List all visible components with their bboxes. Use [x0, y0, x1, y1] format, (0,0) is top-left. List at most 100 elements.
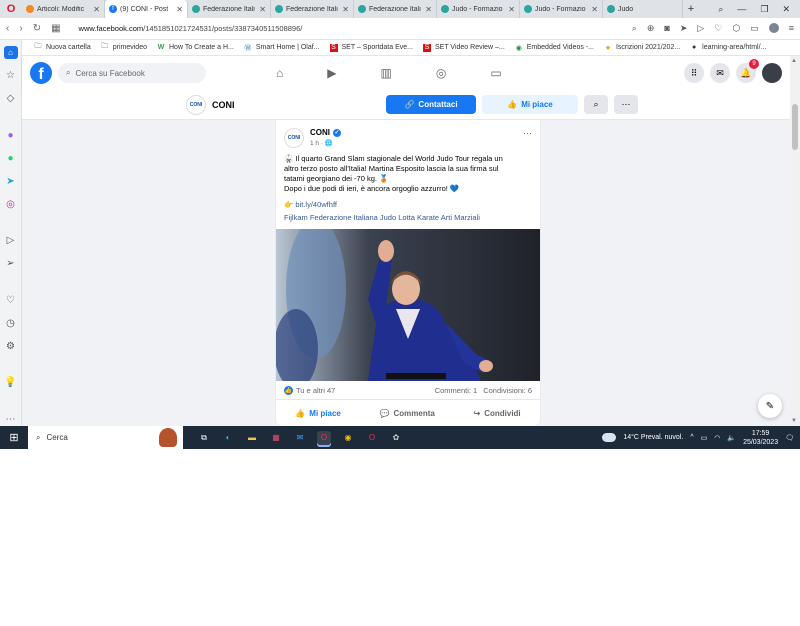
bookmark-7[interactable]: ★ Iscrizioni 2021/202... [604, 44, 680, 52]
spaces-icon[interactable]: ☆ [4, 69, 18, 82]
reactions-count[interactable]: Tu e altri 47 [296, 386, 335, 395]
scroll-up-icon[interactable]: ▲ [791, 58, 797, 64]
messenger-icon[interactable]: ● [4, 129, 18, 142]
network-icon[interactable]: ▭ [701, 434, 708, 442]
messenger-icon[interactable]: ✉ [710, 63, 730, 83]
bookmark-4[interactable]: S SET – Sportdata Eve... [329, 43, 413, 52]
more-icon[interactable]: ⋯ [4, 413, 18, 426]
tab-6[interactable]: Judo - Formazio ✕ [520, 0, 603, 18]
lightbulb-icon[interactable]: 💡 [4, 376, 18, 389]
clock[interactable]: 17:59 25/03/2023 [743, 429, 778, 447]
store-icon[interactable]: ▦ [269, 431, 283, 445]
post-share-button[interactable]: ↪ Condividi [474, 409, 521, 418]
forward-icon[interactable]: › [19, 23, 22, 34]
minimize-button[interactable]: — [737, 4, 746, 14]
search-icon[interactable]: ⌕ [632, 23, 637, 34]
close-icon[interactable]: ✕ [176, 5, 183, 14]
ai-icon[interactable]: ◇ [4, 92, 18, 105]
send-icon[interactable]: ➢ [4, 257, 18, 270]
post-like-button[interactable]: 👍 Mi piace [295, 409, 341, 418]
tab-5[interactable]: Judo - Formazio ✕ [437, 0, 520, 18]
bookmark-3[interactable]: Ⓦ Smart Home | Olaf... [244, 44, 319, 52]
close-icon[interactable]: ✕ [591, 5, 598, 14]
bookmark-5[interactable]: S SET Video Review –... [422, 43, 505, 52]
restore-button[interactable]: ❐ [760, 4, 768, 15]
bookmark-1[interactable]: 🗀 primevideo [101, 43, 147, 52]
facebook-logo-icon[interactable]: f [30, 62, 52, 84]
player-icon[interactable]: ▷ [697, 23, 704, 34]
tab-7[interactable]: Judo [603, 0, 683, 18]
close-icon[interactable]: ✕ [93, 5, 100, 14]
tab-3[interactable]: Federazione Itali ✕ [271, 0, 354, 18]
scrollbar-thumb[interactable] [792, 104, 798, 150]
notifications-icon[interactable]: 🗨 [785, 434, 794, 442]
watch-icon[interactable]: ▶ [327, 66, 336, 80]
wallet-icon[interactable]: ▭ [750, 23, 759, 34]
close-window-button[interactable]: ✕ [782, 4, 790, 15]
reload-icon[interactable]: ↻ [33, 23, 41, 34]
bookmark-6[interactable]: ◉ Embedded Videos -... [515, 44, 594, 52]
url-field[interactable]: www.facebook.com/1451851021724531/posts/… [79, 24, 622, 33]
bookmark-0[interactable]: 🗀 Nuova cartella [34, 43, 91, 52]
home-icon[interactable]: ⌂ [3, 46, 18, 59]
notifications-icon[interactable]: 🔔 9 [736, 59, 759, 83]
groups-icon[interactable]: ◎ [436, 66, 446, 80]
taskbar-search[interactable]: ⌕ Cerca [28, 426, 183, 449]
search-tabs-icon[interactable]: ⌕ [718, 4, 723, 15]
edge-icon[interactable]: ◐ [221, 431, 235, 445]
post-comment-button[interactable]: 💬 Commenta [380, 409, 435, 418]
tab-4[interactable]: Federazione Itali ✕ [354, 0, 437, 18]
windows-start-icon[interactable]: ⊞ [0, 431, 28, 444]
page-name[interactable]: CONI [212, 100, 235, 110]
scroll-down-icon[interactable]: ▼ [791, 418, 797, 424]
back-icon[interactable]: ‹ [6, 23, 9, 34]
tab-1[interactable]: f (9) CONI - Post ✕ [105, 0, 188, 18]
post-link[interactable]: 👉 bit.ly/40wfhff [276, 194, 540, 209]
volume-icon[interactable]: 🔈 [727, 434, 736, 442]
page-search-button[interactable]: ⌕ [584, 95, 608, 114]
bookmark-8[interactable]: ● learning-area/html/... [690, 44, 766, 52]
zoom-icon[interactable]: ⊕ [647, 23, 655, 34]
chrome-icon[interactable]: ◉ [341, 431, 355, 445]
menu-icon[interactable]: ⠿ [684, 63, 704, 83]
profile-icon[interactable] [768, 23, 779, 33]
post-author[interactable]: CONI ✓ [310, 128, 341, 137]
post-author-avatar[interactable]: CONI [284, 128, 304, 148]
bookmark-2[interactable]: W How To Create a H... [157, 44, 234, 52]
chevron-up-icon[interactable]: ^ [690, 434, 693, 441]
easy-setup-icon[interactable]: ≡ [789, 23, 794, 34]
heart-icon[interactable]: ♡ [4, 294, 18, 307]
gaming-icon[interactable]: ▭ [490, 66, 501, 80]
page-scrollbar[interactable]: ▲ ▼ [790, 56, 800, 426]
post-tags[interactable]: Fijlkam Federazione Italiana Judo Lotta … [276, 209, 540, 222]
telegram-icon[interactable]: ➤ [4, 175, 18, 188]
send-icon[interactable]: ➤ [680, 23, 688, 34]
comments-count[interactable]: Commenti: 1 [435, 386, 478, 395]
close-icon[interactable]: ✕ [259, 5, 266, 14]
weather-text[interactable]: 14°C Preval. nuvol. [623, 434, 683, 441]
post-time[interactable]: 1 h · 🌐 [310, 139, 341, 147]
player-icon[interactable]: ▷ [4, 234, 18, 247]
close-icon[interactable]: ✕ [425, 5, 432, 14]
wifi-icon[interactable]: ◠ [714, 434, 720, 442]
home-icon[interactable]: ⌂ [276, 66, 283, 80]
speed-dial-icon[interactable]: ▦ [51, 23, 60, 34]
instagram-icon[interactable]: ◎ [4, 198, 18, 211]
post-options-icon[interactable]: ⋯ [523, 128, 532, 139]
facebook-search-input[interactable]: ⌕ Cerca su Facebook [58, 63, 206, 83]
cube-icon[interactable]: ⬡ [732, 23, 740, 34]
camera-icon[interactable]: ◙ [664, 23, 669, 34]
task-view-icon[interactable]: ⧉ [197, 431, 211, 445]
contact-button[interactable]: 🔗 Contattaci [386, 95, 476, 114]
heart-icon[interactable]: ♡ [714, 23, 722, 34]
post-photo[interactable] [276, 229, 540, 381]
marketplace-icon[interactable]: ▥ [380, 66, 391, 80]
whatsapp-icon[interactable]: ● [4, 152, 18, 165]
shares-count[interactable]: Condivisioni: 6 [483, 386, 532, 395]
tab-2[interactable]: Federazione Itali ✕ [188, 0, 271, 18]
account-avatar[interactable] [762, 63, 782, 83]
page-avatar[interactable]: CONI [186, 94, 206, 115]
opera-logo-icon[interactable]: O [0, 0, 22, 18]
paint-icon[interactable]: ✿ [389, 431, 403, 445]
opera-gx-icon[interactable]: O [365, 431, 379, 445]
